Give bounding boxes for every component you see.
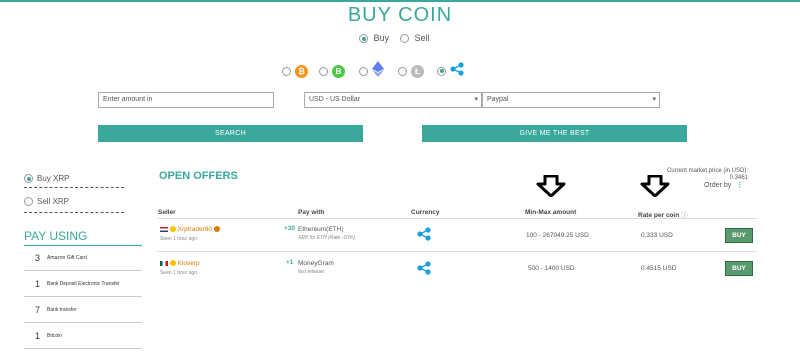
pay-with-method: Ethereum(ETH): [298, 226, 344, 233]
coin-option-ripple[interactable]: [437, 61, 466, 81]
coin-option-litecoin[interactable]: Ł: [398, 63, 424, 79]
ethereum-icon: [372, 60, 384, 82]
payment-method-item[interactable]: 1 Bitcoin: [24, 324, 142, 349]
sell-radio[interactable]: Sell: [400, 33, 430, 44]
column-header-seller[interactable]: Seller: [158, 209, 176, 216]
divider: [24, 187, 124, 188]
kebab-menu-icon: ⋮: [736, 182, 744, 189]
radio-unselected-icon: [359, 66, 368, 76]
pay-with-cell: MoneyGram fast release: [298, 260, 334, 275]
seller-cell: Xrptrader90 Seen 1 hour ago: [160, 226, 220, 242]
payment-method-item[interactable]: 1 Bank Deposit Electronic Transfer: [24, 272, 142, 297]
online-status-icon: [169, 226, 176, 233]
amount-input[interactable]: Enter amount in: [98, 92, 274, 108]
coin-option-ethereum[interactable]: [359, 60, 384, 82]
payment-method-select[interactable]: Paypal: [482, 92, 660, 108]
bitcoin-icon: ₿: [295, 64, 308, 78]
pay-with-note: XRP for ETH (Rate -10%): [298, 235, 356, 241]
radio-unselected-icon: [319, 66, 328, 76]
currency-select[interactable]: USD - US Dollar: [304, 92, 482, 108]
market-price: Current market price (in USD): 0.3461: [667, 168, 748, 182]
bitcoin-cash-icon: B: [332, 64, 345, 78]
pay-with-cell: Ethereum(ETH) XRP for ETH (Rate -10%): [298, 226, 355, 241]
give-me-best-button[interactable]: GIVE ME THE BEST: [422, 125, 687, 142]
payment-method-label: Bitcoin: [47, 333, 63, 339]
verified-badge-icon: [213, 226, 220, 233]
payment-method-count: 1: [35, 279, 41, 289]
payment-method-count: 3: [35, 253, 41, 263]
order-by-menu[interactable]: Order by ⋮: [704, 181, 743, 189]
payment-method-label: Bank Deposit Electronic Transfer: [47, 281, 120, 287]
seller-link[interactable]: Xrptrader90: [178, 226, 212, 233]
sidebar-buy-xrp[interactable]: Buy XRP: [24, 174, 69, 183]
seller-last-seen: Seen 1 hour ago: [160, 236, 197, 242]
radio-unselected-icon: [282, 66, 291, 76]
radio-unselected-icon: [400, 34, 409, 44]
order-by-label: Order by: [704, 182, 732, 189]
rate-per-coin: 0.333 USD: [641, 232, 673, 239]
radio-selected-icon: [437, 66, 446, 76]
buy-radio-label: Buy: [373, 33, 390, 43]
sidebar-sell-xrp-label: Sell XRP: [37, 197, 70, 206]
ripple-icon: [417, 227, 433, 243]
search-button[interactable]: SEARCH: [98, 125, 363, 142]
open-offers-title: OPEN OFFERS: [159, 170, 238, 182]
radio-selected-icon: [359, 34, 368, 44]
payment-method-label: Amazon Gift Card: [47, 255, 87, 261]
rate-per-coin: 0.4515 USD: [641, 265, 677, 272]
payment-method-item[interactable]: 7 Bank transfer: [24, 298, 142, 323]
payment-method-count: 1: [35, 331, 41, 341]
radio-unselected-icon: [398, 66, 407, 76]
mx-flag-icon: [160, 260, 168, 266]
min-max-amount: 500 - 1400 USD: [528, 265, 575, 272]
us-flag-icon: [160, 226, 168, 232]
column-header-pay-with[interactable]: Pay with: [298, 209, 324, 216]
down-arrow-icon: [536, 174, 566, 202]
sidebar-sell-xrp[interactable]: Sell XRP: [24, 197, 69, 206]
market-price-label: Current market price (in USD):: [666, 168, 748, 174]
buy-button[interactable]: BUY: [725, 228, 753, 243]
radio-unselected-icon: [24, 197, 33, 206]
row-divider: [157, 251, 757, 252]
seller-link[interactable]: Kloverp: [178, 260, 200, 267]
min-max-amount: 100 - 267049.25 USD: [526, 232, 589, 239]
buy-button[interactable]: BUY: [725, 261, 753, 276]
ripple-icon: [450, 61, 466, 81]
seller-cell: Kloverp Seen 1 hour ago: [160, 260, 200, 276]
payment-method-count: 7: [35, 305, 41, 315]
divider: [24, 212, 124, 213]
payment-method-label: Bank transfer: [47, 307, 77, 313]
ripple-icon: [417, 261, 433, 277]
table-header-divider: [157, 218, 757, 219]
payment-method-item[interactable]: 3 Amazon Gift Card: [24, 246, 142, 271]
column-header-currency[interactable]: Currency: [411, 209, 440, 216]
pay-using-title: PAY USING: [24, 229, 88, 243]
down-arrow-icon: [640, 174, 670, 202]
top-accent-line: [0, 0, 800, 2]
coin-option-bitcoin-cash[interactable]: B: [319, 63, 345, 79]
seller-score: +1: [286, 259, 294, 266]
radio-selected-icon: [24, 174, 33, 183]
litecoin-icon: Ł: [411, 64, 424, 78]
coin-option-bitcoin[interactable]: ₿: [282, 63, 308, 79]
sidebar-buy-xrp-label: Buy XRP: [37, 174, 70, 183]
buy-radio[interactable]: Buy: [359, 33, 390, 44]
column-header-min-max[interactable]: Min-Max amount: [525, 209, 576, 216]
pay-with-note: fast release: [298, 269, 324, 275]
sell-radio-label: Sell: [414, 33, 430, 43]
online-status-icon: [169, 260, 176, 267]
seller-last-seen: Seen 1 hour ago: [160, 270, 197, 276]
pay-with-method: MoneyGram: [298, 260, 334, 267]
page-title: BUY COIN: [347, 4, 453, 26]
seller-score: +30: [284, 225, 296, 232]
